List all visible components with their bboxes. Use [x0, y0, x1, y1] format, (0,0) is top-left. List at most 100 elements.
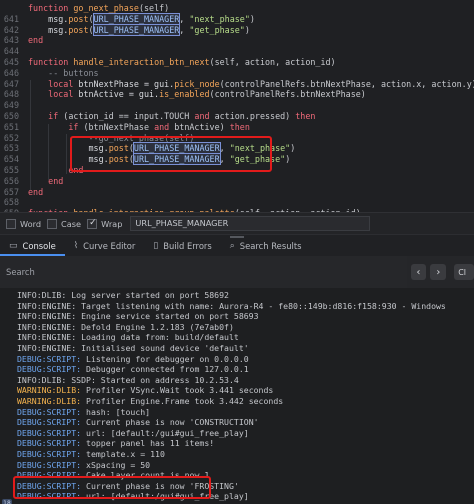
find-input[interactable]: URL_PHASE_MANAGER: [130, 216, 371, 231]
log-line: DEBUG:SCRIPT: Debugger connected from 12…: [17, 364, 249, 375]
code-token: (self): [138, 3, 170, 13]
code-token: function: [28, 57, 74, 67]
code-token: btnActive): [174, 121, 230, 132]
case-checkbox[interactable]: [47, 218, 58, 229]
code-token: and: [154, 121, 175, 132]
code-text: end: [28, 187, 43, 198]
tab-build-errors[interactable]: ▯ Build Errors: [144, 235, 220, 256]
line-number: 650: [3, 111, 19, 121]
log-message: Target listening with name: Aurora-R4 - …: [76, 300, 446, 311]
code-line: 656 end: [0, 176, 474, 187]
log-message: Loading data from: build/default: [76, 332, 239, 343]
log-level: INFO:ENGINE:: [17, 343, 77, 353]
code-editor[interactable]: function go_next_phase(self) 641 msg.post…: [0, 0, 474, 212]
code-text: msg.post(URL_PHASE_MANAGER, "get_phase"): [28, 23, 250, 36]
console-icon: ▭: [9, 240, 18, 251]
code-text: end: [28, 35, 43, 46]
log-level: DEBUG:SCRIPT:: [17, 449, 82, 459]
log-message: Debugger connected from 127.0.0.1: [81, 364, 249, 375]
log-line: DEBUG:SCRIPT: Listening for debugger on …: [17, 354, 249, 365]
log-line: DEBUG:SCRIPT: hash: [touch]: [17, 407, 150, 418]
code-text: local btnNextPhase = gui.pick_node(contr…: [28, 79, 474, 90]
tab-search-results[interactable]: ⌕ Search Results: [221, 235, 311, 256]
code-token: "get_phase": [189, 24, 245, 35]
console-search-input[interactable]: Search: [0, 256, 407, 288]
line-number: 655: [3, 165, 19, 175]
log-message: Current phase is now 'CONSTRUCTION': [81, 417, 259, 428]
line-number: 645: [3, 57, 19, 67]
chevron-left-icon[interactable]: ‹: [410, 264, 427, 280]
line-number: 656: [3, 175, 19, 186]
log-message: url: [default:/gui#gui_free_play]: [81, 427, 249, 438]
code-token: btnActive = gui.: [78, 89, 160, 100]
log-line: INFO:ENGINE: Defold Engine 1.2.183 (7e7a…: [17, 322, 234, 333]
log-line: DEBUG:SCRIPT: url: [default:/gui#gui_fre…: [17, 428, 249, 439]
console-output[interactable]: INFO:DLIB: Log server started on port 58…: [0, 288, 474, 504]
log-highlight-annotation-box: [13, 476, 211, 499]
search-icon: ⌕: [229, 240, 235, 251]
code-token: ,: [179, 24, 190, 35]
code-token: (controlPanelRefs.btnNextPhase): [209, 89, 366, 100]
console-search-bar: Search ‹ › Cl: [0, 256, 474, 288]
code-line: function go_next_phase(self): [0, 3, 474, 14]
line-number: 648: [3, 89, 19, 100]
code-token: ): [290, 143, 296, 154]
log-level: INFO:ENGINE:: [17, 311, 77, 322]
code-token: action.pressed): [214, 111, 296, 121]
wrap-label: Wrap: [101, 218, 123, 229]
log-level: DEBUG:SCRIPT:: [17, 353, 82, 364]
log-message: Profiler VSync.Wait took 3.441 seconds: [81, 385, 274, 396]
log-line: INFO:ENGINE: Loading data from: build/de…: [17, 332, 239, 343]
log-level: DEBUG:SCRIPT:: [17, 438, 82, 449]
clear-button[interactable]: Cl: [454, 264, 474, 280]
code-text: -- buttons: [28, 67, 99, 79]
code-token: is_enabled: [159, 89, 210, 100]
log-message: Log server started on port 58692: [66, 290, 229, 300]
tab-label: Search Results: [239, 240, 302, 251]
code-token: pick_node: [174, 78, 220, 89]
code-line: 651 if (btnNextPhase and btnActive) then: [0, 122, 474, 133]
repeat-count-badge: 18: [2, 499, 12, 504]
code-token: (: [88, 24, 94, 35]
panel-resize-handle[interactable]: [230, 236, 244, 238]
code-token: (action_id == input.TOUCH: [63, 111, 195, 121]
code-token: URL_PHASE_MANAGER: [92, 23, 181, 36]
code-token: -- buttons: [28, 67, 99, 78]
code-text: function go_next_phase(self): [28, 3, 169, 14]
line-number: 642: [3, 24, 19, 35]
wrap-checkbox[interactable]: [87, 218, 98, 229]
word-option[interactable]: Word: [6, 218, 41, 229]
code-token: and: [194, 111, 215, 121]
log-line: DEBUG:SCRIPT: topper panel has 11 items!: [17, 438, 214, 449]
case-option[interactable]: Case: [47, 218, 81, 229]
code-token: post: [68, 24, 89, 35]
code-token: handle_interaction_btn_next: [73, 57, 210, 67]
tab-label: Console: [22, 240, 56, 251]
wrap-option[interactable]: Wrap: [87, 218, 123, 229]
code-token: URL_PHASE_MANAGER: [92, 12, 181, 25]
code-token: (: [88, 13, 94, 24]
code-token: "next_phase": [189, 13, 250, 24]
tab-curve-editor[interactable]: ⌇ Curve Editor: [65, 235, 145, 256]
log-message: Defold Engine 1.2.183 (7e7ab0f): [76, 321, 234, 332]
log-message: hash: [touch]: [81, 406, 151, 417]
log-line: INFO:DLIB: SSDP: Started on address 10.2…: [17, 375, 239, 386]
tab-console[interactable]: ▭ Console: [0, 235, 65, 256]
find-bar: Word Case Wrap URL_PHASE_MANAGER: [0, 212, 474, 234]
code-token: then: [295, 111, 316, 121]
log-message: Profiler Engine.Frame took 3.442 seconds: [81, 396, 284, 406]
code-token: if: [28, 111, 64, 121]
log-message: Initialised sound device 'default': [76, 343, 249, 353]
code-token: ): [249, 13, 255, 24]
log-line: WARNING:DLIB: Profiler Engine.Frame took…: [17, 396, 283, 407]
line-number: 649: [3, 100, 19, 111]
code-text: msg.post(URL_PHASE_MANAGER, "next_phase"…: [28, 12, 255, 25]
word-checkbox[interactable]: [6, 218, 16, 229]
tab-label: Build Errors: [163, 240, 212, 251]
log-level: DEBUG:SCRIPT:: [17, 364, 82, 375]
log-line: DEBUG:SCRIPT: xSpacing = 50: [17, 460, 150, 471]
chevron-right-icon[interactable]: ›: [430, 264, 447, 280]
log-line: DEBUG:SCRIPT: template.x = 110: [17, 449, 165, 460]
curve-icon: ⌇: [73, 240, 79, 251]
tab-label: Curve Editor: [83, 240, 136, 251]
